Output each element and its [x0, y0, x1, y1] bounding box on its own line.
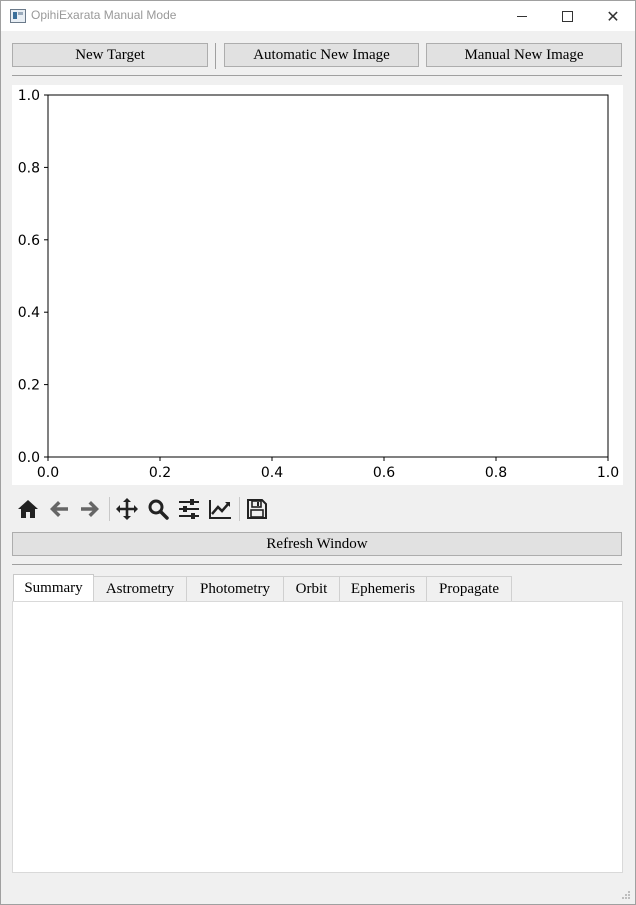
app-window-icon: [10, 9, 26, 23]
tab-label: Propagate: [439, 581, 499, 597]
plot-axes-frame: [47, 94, 609, 458]
toolbar-separator: [109, 497, 110, 521]
x-tick-label: 1.0: [597, 465, 619, 481]
configure-subplots-button[interactable]: [175, 494, 203, 524]
edit-axis-icon: [209, 500, 231, 519]
home-tool-button[interactable]: [14, 494, 42, 524]
close-icon: ✕: [606, 6, 620, 26]
forward-tool-button[interactable]: [76, 494, 104, 524]
tab-label: Photometry: [200, 581, 270, 597]
tab-ephemeris[interactable]: Ephemeris: [339, 576, 427, 602]
zoom-tool-button[interactable]: [144, 494, 172, 524]
top-divider: [12, 75, 622, 76]
edit-axis-button[interactable]: [206, 494, 234, 524]
tab-propagate[interactable]: Propagate: [426, 576, 512, 602]
resize-grip-icon[interactable]: [621, 890, 631, 900]
close-button[interactable]: ✕: [590, 1, 635, 31]
automatic-new-image-button[interactable]: Automatic New Image: [224, 43, 419, 67]
back-tool-button[interactable]: [45, 494, 73, 524]
minimize-icon: [517, 15, 527, 17]
tab-photometry[interactable]: Photometry: [186, 576, 284, 602]
tab-label: Orbit: [295, 581, 328, 597]
x-tick-label: 0.0: [37, 465, 59, 481]
y-tick-label: 0.6: [18, 233, 40, 249]
title-bar[interactable]: OpihiExarata Manual Mode ✕: [1, 1, 635, 31]
forward-arrow-icon: [81, 501, 99, 517]
toolbar-separator: [239, 497, 240, 521]
home-icon: [18, 500, 38, 518]
pan-icon: [116, 498, 138, 520]
new-target-button[interactable]: New Target: [12, 43, 208, 67]
middle-divider: [12, 564, 622, 565]
main-window: OpihiExarata Manual Mode ✕ New Target Au…: [0, 0, 636, 905]
x-tick-label: 0.2: [149, 465, 171, 481]
y-tick-label: 0.4: [18, 305, 40, 321]
tab-label: Ephemeris: [350, 581, 416, 597]
save-icon: [247, 499, 267, 519]
tab-label: Summary: [24, 579, 83, 596]
configure-subplots-icon: [179, 499, 199, 519]
refresh-window-button[interactable]: Refresh Window: [12, 532, 622, 556]
y-tick-label: 0.8: [18, 160, 40, 176]
tab-orbit[interactable]: Orbit: [283, 576, 340, 602]
tab-label: Astrometry: [105, 581, 175, 597]
y-tick-label: 1.0: [18, 88, 40, 104]
pan-tool-button[interactable]: [113, 494, 141, 524]
plot-canvas[interactable]: 0.0 0.2 0.4 0.6 0.8 1.0 0.0 0.2 0.4 0.6 0.8 1.0: [12, 85, 623, 485]
save-figure-button[interactable]: [243, 494, 271, 524]
maximize-button[interactable]: [544, 1, 590, 31]
summary-tab-pane: [12, 601, 623, 873]
y-tick-label: 0.2: [18, 378, 40, 394]
x-tick-label: 0.8: [485, 465, 507, 481]
tab-astrometry[interactable]: Astrometry: [93, 576, 187, 602]
manual-new-image-button[interactable]: Manual New Image: [426, 43, 622, 67]
y-tick-label: 0.0: [18, 450, 40, 466]
plot-figure: 0.0 0.2 0.4 0.6 0.8 1.0 0.0 0.2 0.4 0.6 0.8 1.0: [18, 88, 619, 481]
back-arrow-icon: [50, 501, 68, 517]
minimize-button[interactable]: [499, 1, 545, 31]
button-separator: [215, 43, 216, 69]
maximize-icon: [561, 10, 573, 22]
x-tick-label: 0.6: [373, 465, 395, 481]
tab-summary[interactable]: Summary: [13, 574, 94, 601]
window-title: OpihiExarata Manual Mode: [31, 8, 177, 22]
plot-toolbar: [12, 494, 623, 524]
x-tick-label: 0.4: [261, 465, 283, 481]
zoom-icon: [148, 499, 169, 520]
